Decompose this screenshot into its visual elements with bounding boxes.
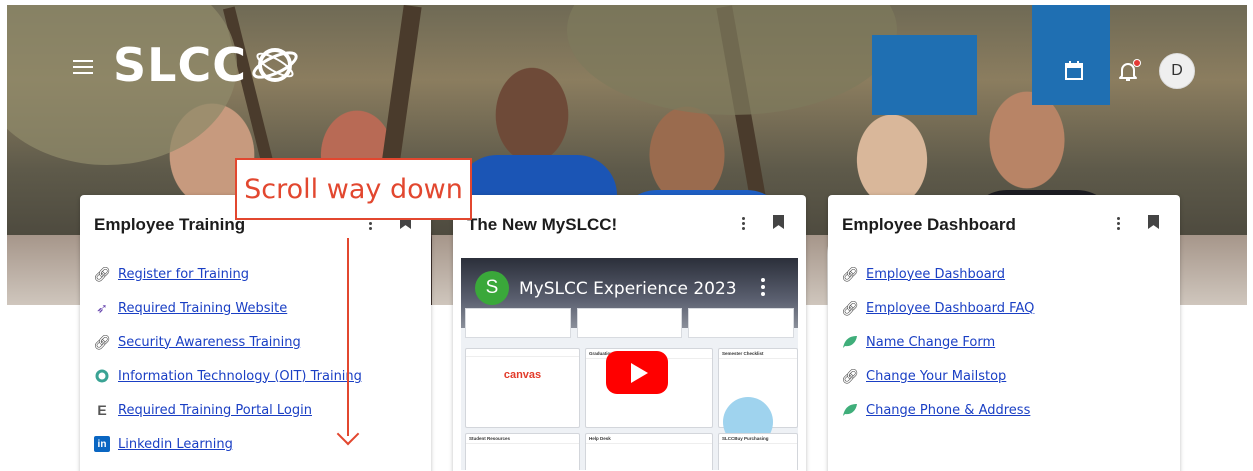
link-icon: 🔗︎ bbox=[841, 299, 859, 316]
logo-text: SLCC bbox=[113, 38, 247, 92]
leaf-icon bbox=[842, 402, 858, 418]
tile-title: Semester Checklist bbox=[719, 349, 797, 359]
slcc-globe-icon bbox=[252, 48, 298, 82]
employee-training-card: Employee Training 🔗︎ Register for Traini… bbox=[80, 195, 431, 471]
name-change-form-link[interactable]: Name Change Form bbox=[866, 335, 995, 350]
bookmark-icon[interactable] bbox=[773, 215, 784, 229]
student-resources-tile: Student Resources bbox=[465, 433, 580, 470]
youtube-video-embed[interactable]: canvas Graduation Semester Checklist Stu… bbox=[461, 258, 798, 470]
link-icon: 🔗︎ bbox=[841, 265, 859, 282]
link-icon: 🔗︎ bbox=[841, 367, 859, 384]
video-more-icon[interactable] bbox=[761, 278, 765, 296]
bell-icon[interactable] bbox=[1116, 59, 1141, 83]
tile-title: Help Desk bbox=[586, 434, 712, 444]
channel-avatar[interactable]: S bbox=[475, 271, 509, 305]
list-item: 🔗︎ Security Awareness Training bbox=[93, 325, 362, 359]
slccbuy-tile: SLCCBuy Purchasing bbox=[718, 433, 798, 470]
list-item: 🔗︎ Change Your Mailstop bbox=[841, 359, 1034, 393]
list-item: in Linkedin Learning bbox=[94, 427, 362, 461]
list-item: 🔗︎ Employee Dashboard bbox=[841, 257, 1034, 291]
link-icon: 🔗︎ bbox=[93, 265, 111, 282]
new-myslcc-card: The New MySLCC! canvas Graduation Semest… bbox=[453, 195, 806, 471]
help-desk-tile: Help Desk bbox=[585, 433, 713, 470]
register-training-link[interactable]: Register for Training bbox=[118, 267, 249, 282]
linkedin-icon: in bbox=[94, 436, 110, 452]
link-icon: 🔗︎ bbox=[93, 333, 111, 350]
card-title: Employee Training bbox=[94, 215, 246, 234]
oit-icon bbox=[94, 368, 110, 384]
list-item: Information Technology (OIT) Training bbox=[94, 359, 362, 393]
list-item: 🔗︎ Register for Training bbox=[93, 257, 362, 291]
canvas-tile: canvas bbox=[465, 348, 580, 428]
tile-title: SLCCBuy Purchasing bbox=[719, 434, 797, 444]
leaf-icon bbox=[842, 334, 858, 350]
notification-dot bbox=[1133, 59, 1141, 67]
list-item: ➶ Required Training Website bbox=[94, 291, 362, 325]
list-item: Name Change Form bbox=[842, 325, 1034, 359]
required-training-website-link[interactable]: Required Training Website bbox=[118, 301, 287, 316]
list-item: 🔗︎ Employee Dashboard FAQ bbox=[841, 291, 1034, 325]
bookmark-icon[interactable] bbox=[1148, 215, 1159, 229]
card-title: Employee Dashboard bbox=[842, 215, 1016, 234]
training-portal-login-link[interactable]: Required Training Portal Login bbox=[118, 403, 312, 418]
employee-dashboard-card: Employee Dashboard 🔗︎ Employee Dashboard… bbox=[828, 195, 1180, 471]
e-icon: E bbox=[97, 402, 107, 418]
more-options-icon[interactable] bbox=[1110, 213, 1126, 233]
employee-dashboard-faq-link[interactable]: Employee Dashboard FAQ bbox=[866, 301, 1034, 316]
card-title: The New MySLCC! bbox=[467, 215, 618, 234]
annotation-arrow-line bbox=[347, 238, 349, 436]
tile-title: Student Resources bbox=[466, 434, 579, 444]
calendar-icon[interactable] bbox=[1062, 59, 1086, 83]
avatar[interactable]: D bbox=[1159, 53, 1195, 89]
play-button[interactable] bbox=[606, 351, 668, 394]
training-site-icon: ➶ bbox=[96, 299, 108, 316]
employee-dashboard-link[interactable]: Employee Dashboard bbox=[866, 267, 1005, 282]
change-mailstop-link[interactable]: Change Your Mailstop bbox=[866, 369, 1006, 384]
canvas-logo-text: canvas bbox=[503, 369, 542, 381]
semester-checklist-tile: Semester Checklist bbox=[718, 348, 798, 447]
video-title[interactable]: MySLCC Experience 2023 bbox=[519, 279, 737, 299]
security-awareness-link[interactable]: Security Awareness Training bbox=[118, 335, 301, 350]
menu-icon[interactable] bbox=[73, 60, 93, 74]
change-phone-address-link[interactable]: Change Phone & Address bbox=[866, 403, 1030, 418]
oit-training-link[interactable]: Information Technology (OIT) Training bbox=[118, 369, 362, 384]
slcc-logo[interactable]: SLCC bbox=[113, 38, 299, 92]
list-item: E Required Training Portal Login bbox=[94, 393, 362, 427]
list-item: Change Phone & Address bbox=[842, 393, 1034, 427]
scroll-annotation: Scroll way down bbox=[235, 158, 472, 220]
linkedin-learning-link[interactable]: Linkedin Learning bbox=[118, 437, 233, 452]
more-options-icon[interactable] bbox=[735, 213, 751, 233]
